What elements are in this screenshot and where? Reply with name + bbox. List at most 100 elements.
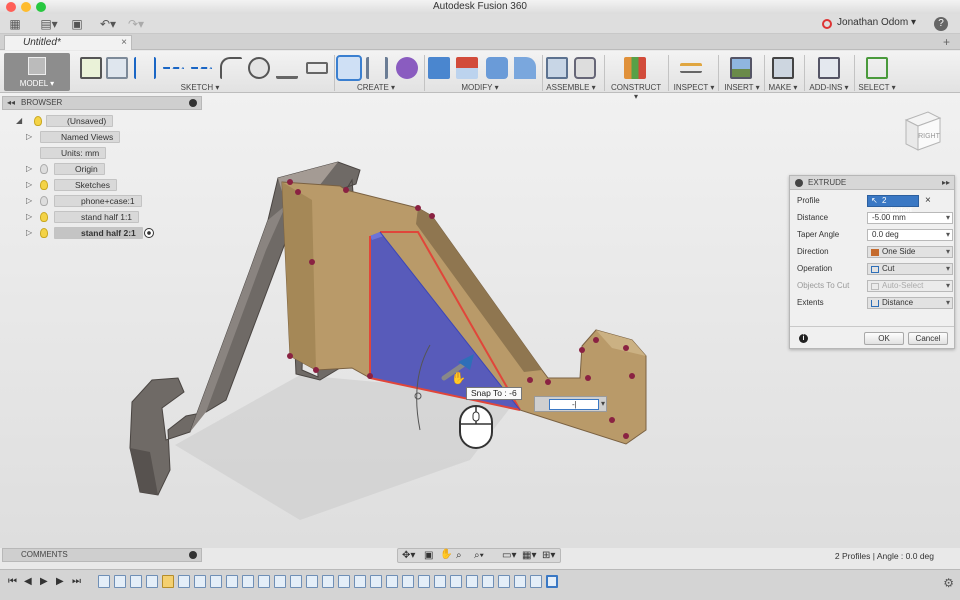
timeline-feature-icon[interactable] <box>210 575 222 588</box>
collapsed-triangle-icon[interactable]: ▷ <box>26 130 32 144</box>
fit-icon[interactable]: ⌕▾ <box>474 550 484 561</box>
tree-node-units[interactable]: Units: mm <box>26 146 126 160</box>
dash-line-icon[interactable] <box>190 67 212 71</box>
info-icon[interactable]: i <box>799 334 808 343</box>
timeline-feature-icon[interactable] <box>306 575 318 588</box>
record-icon[interactable] <box>822 19 832 29</box>
tree-node-stand-half-2[interactable]: ▷ stand half 2:1 <box>26 226 166 240</box>
profile-selector[interactable]: ↖ 2 selected <box>867 195 919 215</box>
timeline-feature-icon[interactable] <box>434 575 446 588</box>
extrude-icon[interactable] <box>336 55 362 81</box>
addins-group-label[interactable]: ADD-INS ▾ <box>806 83 852 92</box>
operation-select[interactable]: Cut <box>867 263 953 275</box>
close-window-button[interactable] <box>6 2 16 12</box>
distance-input[interactable]: -5.00 mm <box>867 212 953 224</box>
workspace-switcher[interactable]: MODEL ▾ <box>4 53 70 91</box>
cancel-button[interactable]: Cancel <box>908 332 948 345</box>
timeline-feature-icon[interactable] <box>338 575 350 588</box>
timeline-feature-icon[interactable] <box>530 575 542 588</box>
timeline-feature-icon[interactable] <box>114 575 126 588</box>
step-forward-icon[interactable]: ▶ <box>56 576 64 587</box>
timeline-settings-gear-icon[interactable]: ⚙ <box>943 576 954 590</box>
collapsed-triangle-icon[interactable]: ▷ <box>26 178 32 192</box>
display-settings-icon[interactable]: ▭▾ <box>502 550 516 561</box>
expand-dialog-icon[interactable]: ▸▸ <box>942 176 950 189</box>
extents-select[interactable]: Distance <box>867 297 953 309</box>
timeline-feature-icon[interactable] <box>258 575 270 588</box>
timeline-feature-icon[interactable] <box>290 575 302 588</box>
activate-radio-icon[interactable] <box>144 228 154 238</box>
collapsed-triangle-icon[interactable]: ▷ <box>26 226 32 240</box>
line-icon[interactable] <box>162 67 184 71</box>
revolve-icon[interactable] <box>366 57 388 79</box>
sketch-group-label[interactable]: SKETCH ▾ <box>180 83 220 92</box>
grid-settings-icon[interactable]: ▦▾ <box>522 550 536 561</box>
joint-icon[interactable] <box>574 57 596 79</box>
save-icon[interactable]: ▣ <box>70 16 84 32</box>
timeline-feature-icon[interactable] <box>242 575 254 588</box>
make-group-label[interactable]: MAKE ▾ <box>766 83 800 92</box>
help-icon[interactable]: ? <box>934 17 948 31</box>
combine-icon[interactable] <box>486 57 508 79</box>
timeline-feature-icon[interactable] <box>514 575 526 588</box>
ok-button[interactable]: OK <box>864 332 904 345</box>
timeline-feature-icon[interactable] <box>402 575 414 588</box>
timeline-feature-icon[interactable] <box>418 575 430 588</box>
collapsed-triangle-icon[interactable]: ▷ <box>26 210 32 224</box>
tree-node-origin[interactable]: ▷ Origin <box>26 162 126 176</box>
clear-selection-icon[interactable]: × <box>925 194 931 208</box>
expanded-triangle-icon[interactable]: ◢ <box>16 114 22 128</box>
timeline-feature-icon[interactable] <box>386 575 398 588</box>
inspect-group-label[interactable]: INSPECT ▾ <box>672 83 716 92</box>
minimize-window-button[interactable] <box>21 2 31 12</box>
timeline-feature-icon[interactable] <box>194 575 206 588</box>
modify-group-label[interactable]: MODIFY ▾ <box>458 83 502 92</box>
extrude-dialog-header[interactable]: EXTRUDE ▸▸ <box>790 176 954 190</box>
timeline-sketch-icon[interactable] <box>98 575 110 588</box>
create-sketch-icon[interactable] <box>80 57 102 79</box>
timeline-feature-icon[interactable] <box>466 575 478 588</box>
mirror-icon[interactable] <box>134 57 156 79</box>
new-tab-icon[interactable]: + <box>943 35 950 49</box>
stop-sketch-icon[interactable] <box>106 57 128 79</box>
rectangle-icon[interactable] <box>306 62 328 74</box>
tree-node-phone-case[interactable]: ▷ phone+case:1 <box>26 194 146 208</box>
split-face-icon[interactable] <box>456 57 478 79</box>
zoom-icon[interactable]: ⌕ <box>456 550 462 561</box>
collapsed-triangle-icon[interactable]: ▷ <box>26 162 32 176</box>
select-group-label[interactable]: SELECT ▾ <box>858 83 896 92</box>
timeline-feature-icon[interactable] <box>498 575 510 588</box>
data-panel-grid-icon[interactable]: ▦ <box>8 16 22 32</box>
visibility-bulb-icon[interactable] <box>40 228 48 238</box>
timeline-component-icon[interactable] <box>162 575 174 588</box>
document-tab[interactable]: Untitled* × <box>4 35 132 50</box>
timeline-feature-icon[interactable] <box>322 575 334 588</box>
timeline-current-feature-icon[interactable] <box>546 575 558 588</box>
panel-options-icon[interactable] <box>189 99 197 107</box>
timeline-features[interactable] <box>96 575 562 591</box>
tree-node-stand-half-1[interactable]: ▷ stand half 1:1 <box>26 210 146 224</box>
visibility-bulb-icon[interactable] <box>34 116 42 126</box>
orbit-icon[interactable]: ✥▾ <box>402 550 415 561</box>
insert-image-icon[interactable] <box>730 57 752 79</box>
minimize-dialog-icon[interactable] <box>795 179 803 187</box>
panel-options-icon[interactable] <box>189 551 197 559</box>
timeline-feature-icon[interactable] <box>146 575 158 588</box>
visibility-bulb-icon[interactable] <box>40 196 48 206</box>
undo-icon[interactable]: ↶▾ <box>96 16 120 32</box>
close-tab-icon[interactable]: × <box>121 36 127 49</box>
fillet-edge-icon[interactable] <box>514 57 536 79</box>
user-menu[interactable]: Jonathan Odom ▾ <box>837 17 916 28</box>
look-at-icon[interactable]: ▣ <box>424 550 433 561</box>
offset-plane-icon[interactable] <box>624 57 646 79</box>
timeline-feature-icon[interactable] <box>482 575 494 588</box>
tree-node-root[interactable]: ◢ (Unsaved) <box>16 114 136 128</box>
visibility-bulb-icon[interactable] <box>40 212 48 222</box>
tree-node-sketches[interactable]: ▷ Sketches <box>26 178 126 192</box>
collapsed-triangle-icon[interactable]: ▷ <box>26 194 32 208</box>
redo-icon[interactable]: ↷▾ <box>124 16 148 32</box>
timeline-feature-icon[interactable] <box>274 575 286 588</box>
step-back-icon[interactable]: ◀ <box>24 576 32 587</box>
create-group-label[interactable]: CREATE ▾ <box>354 83 398 92</box>
view-cube[interactable]: RIGHT <box>900 108 944 152</box>
